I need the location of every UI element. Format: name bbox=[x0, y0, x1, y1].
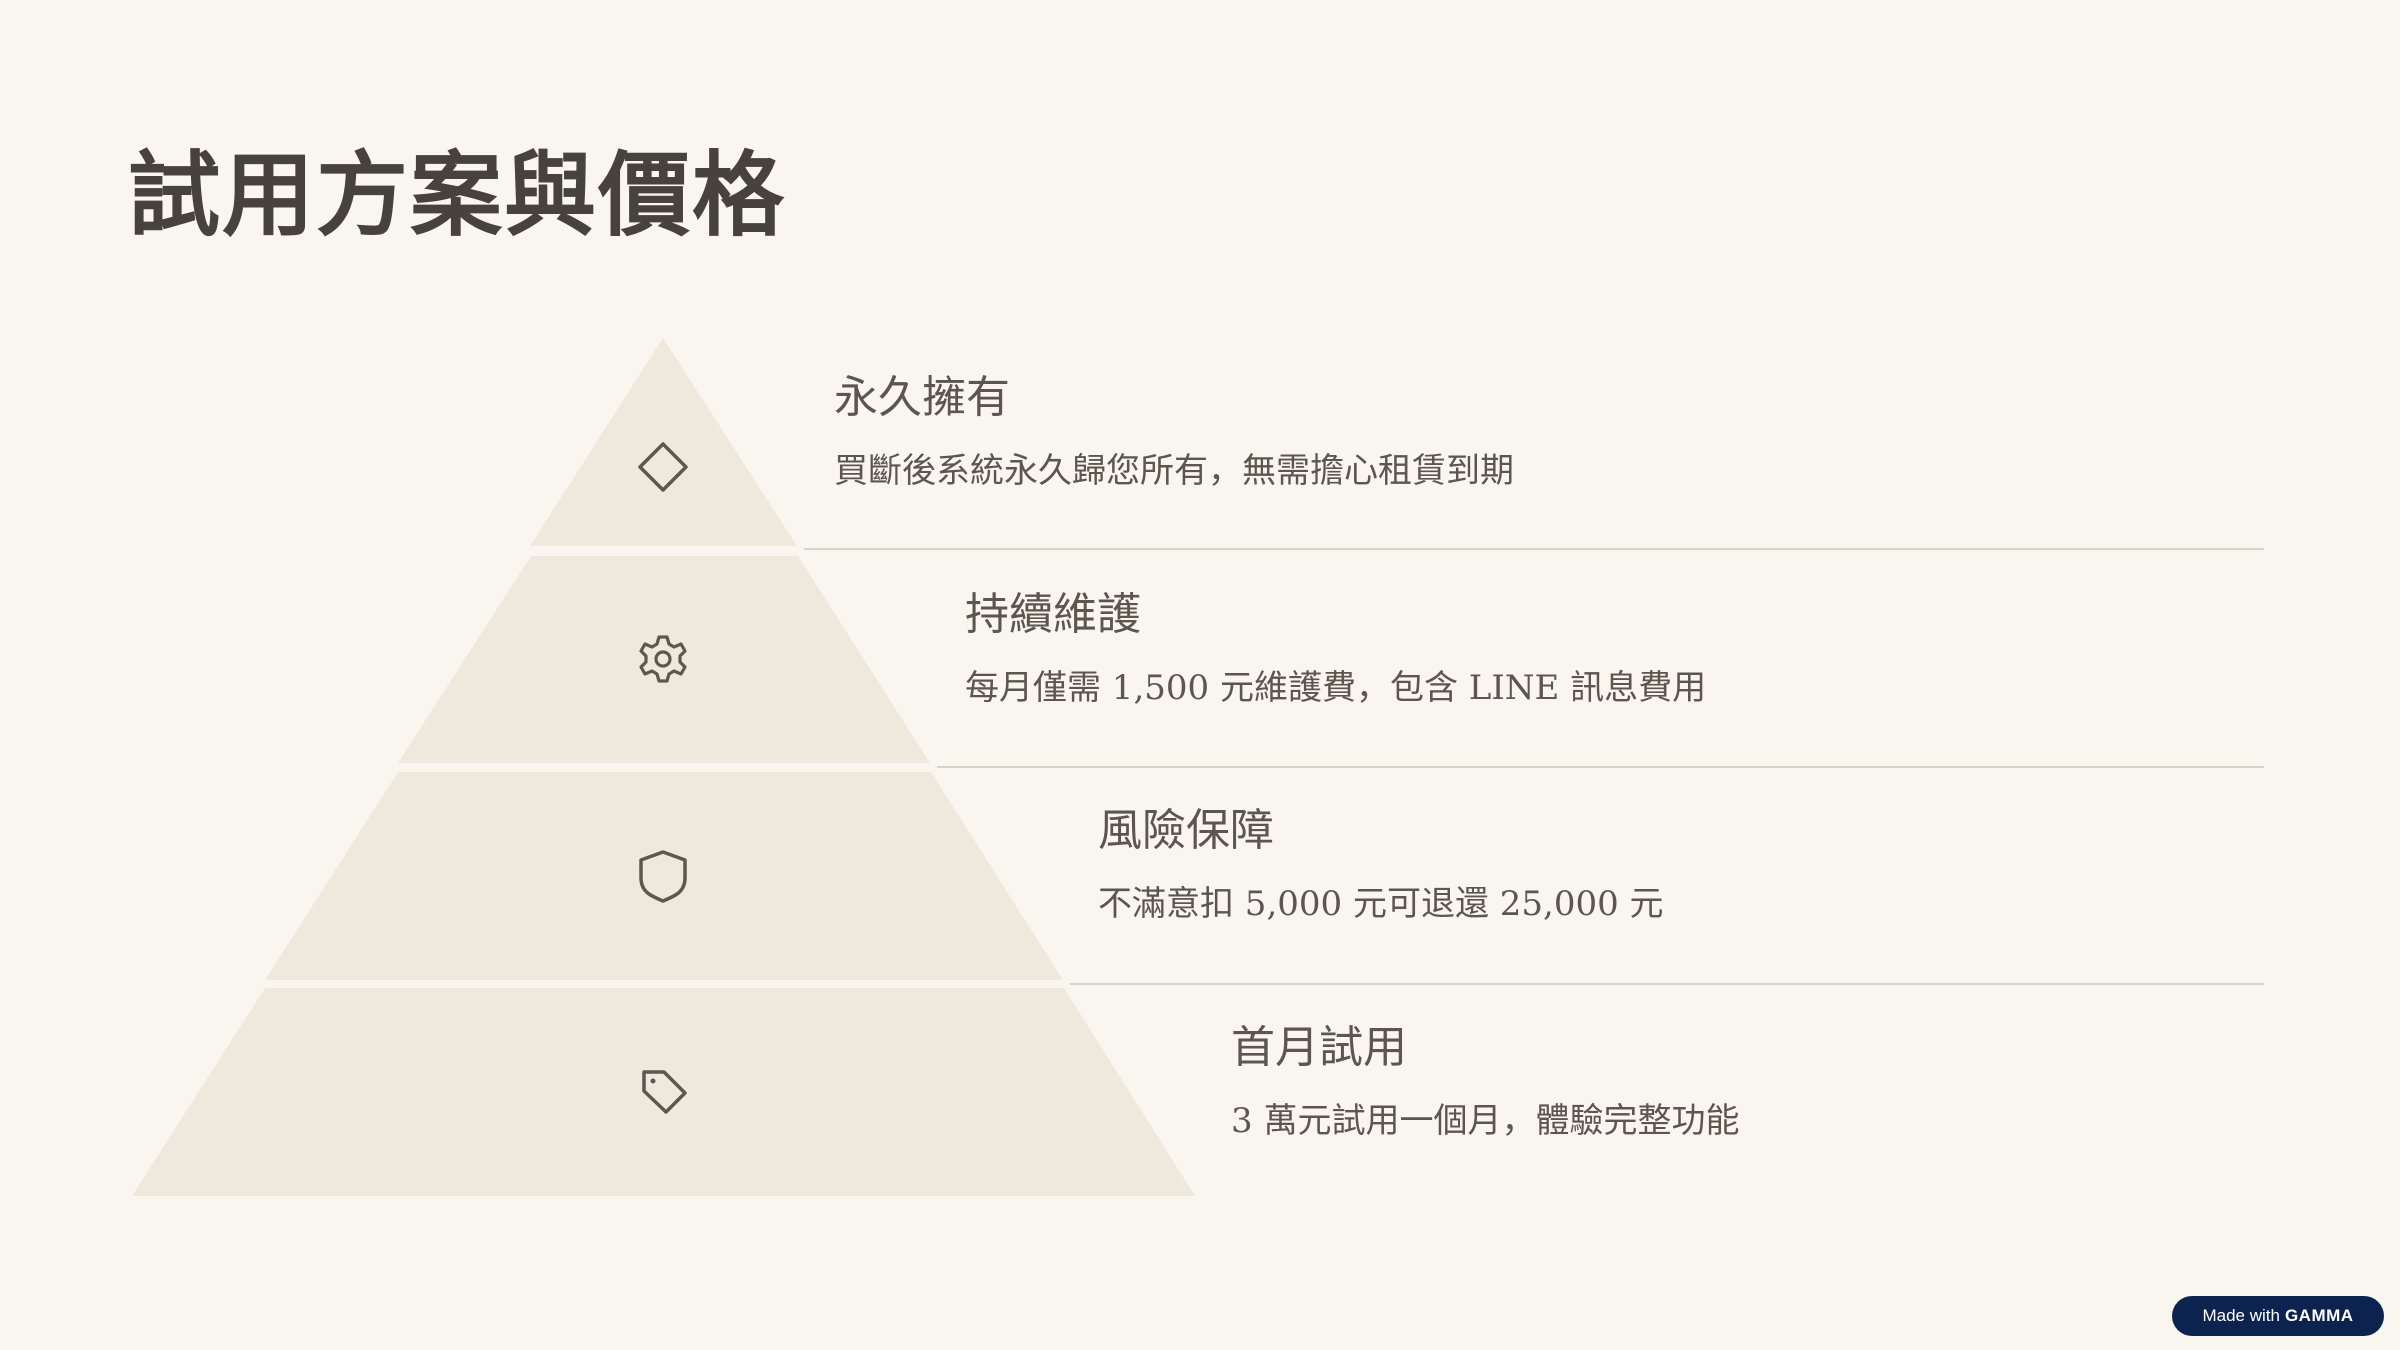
tier-4-text: 首月試用 3 萬元試用一個月，體驗完整功能 bbox=[1231, 1022, 1740, 1141]
slide: 試用方案與價格 永久擁有 買斷後系統永久歸您所有，無需擔心租賃到期 持續維護 每… bbox=[0, 0, 2400, 1350]
tier-3-description: 不滿意扣 5,000 元可退還 25,000 元 bbox=[1098, 884, 1664, 924]
made-with-gamma-badge[interactable]: Made with GAMMA bbox=[2172, 1296, 2384, 1336]
pyramid-tier-2 bbox=[398, 556, 930, 763]
tier-2-description: 每月僅需 1,500 元維護費，包含 LINE 訊息費用 bbox=[965, 668, 1707, 708]
tier-3-heading: 風險保障 bbox=[1098, 805, 1274, 856]
tier-4-description: 3 萬元試用一個月，體驗完整功能 bbox=[1231, 1101, 1740, 1141]
gamma-logo: GAMMA bbox=[2284, 1306, 2354, 1325]
badge-prefix: Made with bbox=[2202, 1306, 2280, 1325]
tier-4-heading: 首月試用 bbox=[1231, 1022, 1407, 1073]
tier-1-heading: 永久擁有 bbox=[834, 372, 1010, 423]
tier-2-heading: 持續維護 bbox=[965, 589, 1141, 640]
pyramid-tier-1 bbox=[530, 338, 797, 546]
tier-3-text: 風險保障 不滿意扣 5,000 元可退還 25,000 元 bbox=[1098, 805, 1664, 924]
pyramid-tier-3 bbox=[265, 772, 1063, 980]
pyramid-tier-4 bbox=[132, 988, 1195, 1196]
tier-2-text: 持續維護 每月僅需 1,500 元維護費，包含 LINE 訊息費用 bbox=[965, 589, 1707, 708]
tier-1-description: 買斷後系統永久歸您所有，無需擔心租賃到期 bbox=[834, 451, 1514, 491]
tier-1-text: 永久擁有 買斷後系統永久歸您所有，無需擔心租賃到期 bbox=[834, 372, 1514, 491]
